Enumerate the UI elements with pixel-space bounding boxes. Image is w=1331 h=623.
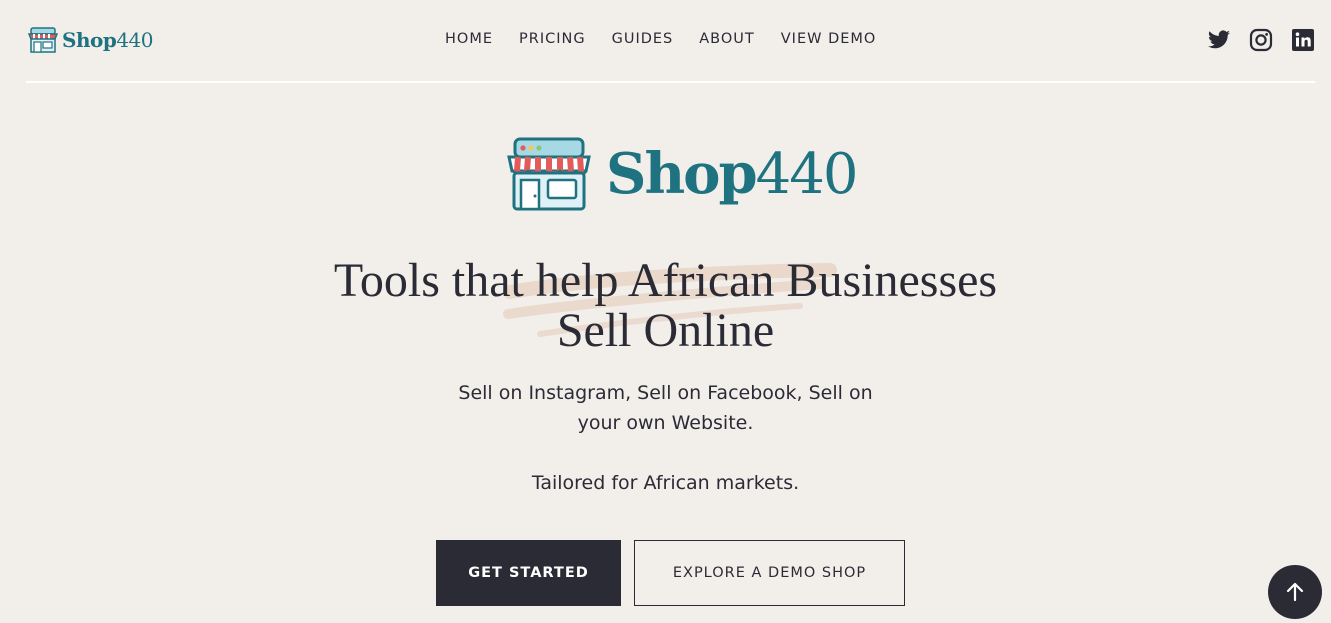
nav-view-demo[interactable]: VIEW DEMO [768,29,890,49]
header-logo-wordmark: Shop440 [62,28,153,52]
hero-tagline: Tailored for African markets. [531,472,800,494]
main-nav: HOME PRICING GUIDES ABOUT VIEW DEMO [432,29,889,49]
storefront-icon [28,27,58,53]
back-to-top-button[interactable] [1268,565,1322,619]
header-divider [26,81,1315,83]
nav-guides[interactable]: GUIDES [599,29,687,49]
nav-about[interactable]: ABOUT [686,29,768,49]
nav-pricing[interactable]: PRICING [506,29,599,49]
social-links [1207,28,1315,52]
storefront-icon [507,137,591,211]
hero-headline-line2: Sell Online [556,304,775,357]
instagram-icon[interactable] [1249,28,1273,52]
get-started-button[interactable]: GET STARTED [436,540,621,606]
nav-home[interactable]: HOME [432,29,506,49]
hero-logo: Shop440 [506,136,859,212]
hero-headline: Tools that help African Businesses Sell … [286,256,1046,356]
hero-subtitle: Sell on Instagram, Sell on Facebook, Sel… [0,378,1331,438]
hero-headline-line1: Tools that help African Businesses [333,254,998,307]
hero-headline-wrap: Tools that help African Businesses Sell … [0,256,1331,356]
linkedin-icon[interactable] [1291,28,1315,52]
twitter-icon[interactable] [1207,28,1231,52]
header-logo[interactable]: Shop440 [28,26,153,54]
arrow-up-icon [1286,582,1304,602]
site-header: Shop440 HOME PRICING GUIDES ABOUT VIEW D… [0,0,1331,82]
explore-demo-shop-button[interactable]: EXPLORE A DEMO SHOP [634,540,905,606]
hero-subtitle-line1: Sell on Instagram, Sell on Facebook, Sel… [458,382,873,404]
hero-logo-wordmark: Shop440 [606,140,859,207]
hero-subtitle-line2: your own Website. [577,412,754,434]
